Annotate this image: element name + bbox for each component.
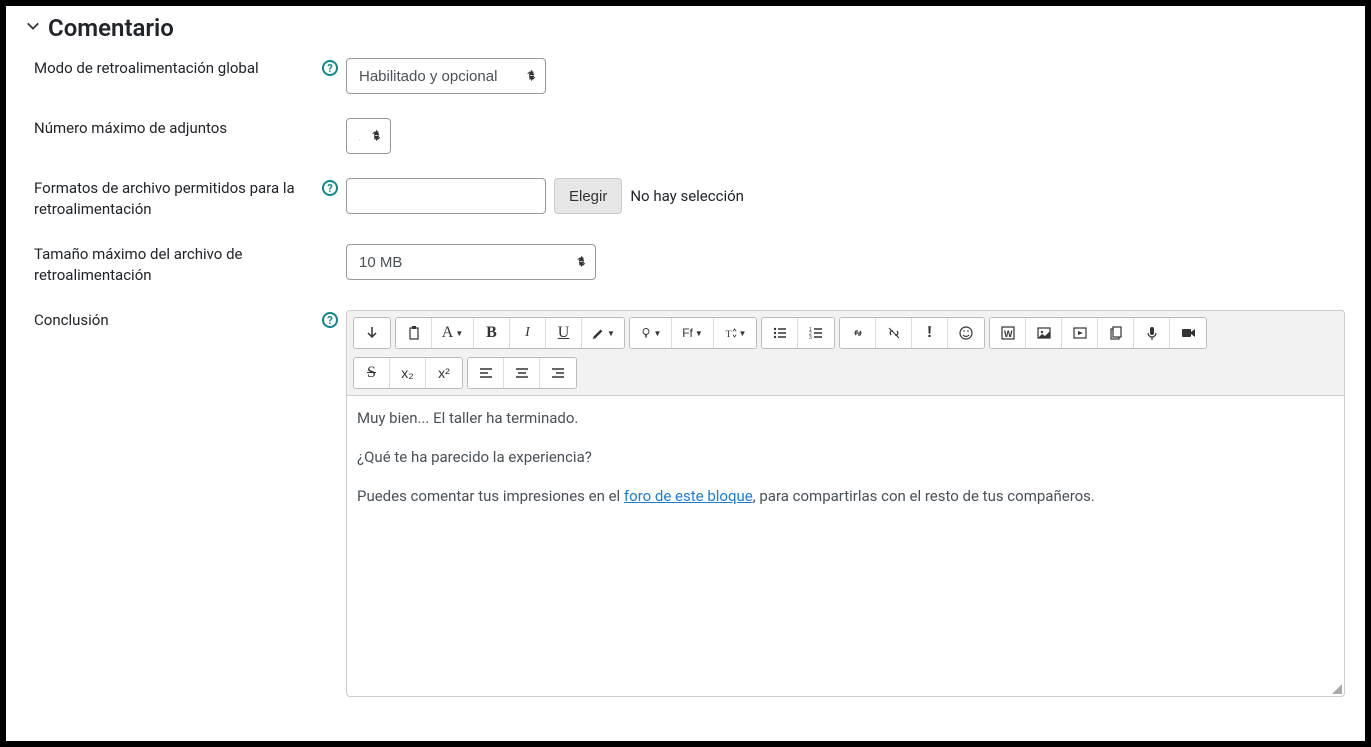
numbered-list-button[interactable]: 123 bbox=[798, 318, 834, 348]
conclusion-paragraph-3: Puedes comentar tus impresiones en el fo… bbox=[357, 486, 1334, 507]
editor-toolbar: A▼ B I U ▼ ▼ Ff▼ T▼ bbox=[347, 311, 1344, 396]
superscript-button[interactable]: x² bbox=[426, 358, 462, 388]
help-icon[interactable]: ? bbox=[322, 60, 338, 76]
help-icon[interactable]: ? bbox=[322, 312, 338, 328]
rich-text-editor: A▼ B I U ▼ ▼ Ff▼ T▼ bbox=[346, 310, 1345, 697]
font-family-button[interactable]: Ff▼ bbox=[672, 318, 714, 348]
paragraph-style-button[interactable]: A▼ bbox=[432, 318, 474, 348]
paste-button[interactable] bbox=[396, 318, 432, 348]
toolbar-expand-button[interactable] bbox=[354, 318, 390, 348]
files-button[interactable] bbox=[1098, 318, 1134, 348]
max-attachments-label: Número máximo de adjuntos bbox=[34, 118, 338, 139]
max-file-size-label: Tamaño máximo del archivo de retroalimen… bbox=[34, 244, 338, 286]
help-icon[interactable]: ? bbox=[322, 180, 338, 196]
microphone-button[interactable] bbox=[1134, 318, 1170, 348]
conclusion-label: Conclusión bbox=[34, 310, 314, 331]
conclusion-paragraph-2: ¿Qué te ha parecido la experiencia? bbox=[357, 447, 1334, 468]
font-size-button[interactable]: T▼ bbox=[714, 318, 756, 348]
strikethrough-button[interactable]: S bbox=[354, 358, 390, 388]
hint-button[interactable]: ▼ bbox=[630, 318, 672, 348]
max-attachments-select[interactable]: 2 bbox=[346, 118, 391, 154]
image-button[interactable] bbox=[1026, 318, 1062, 348]
word-button[interactable]: W bbox=[990, 318, 1026, 348]
important-button[interactable]: ! bbox=[912, 318, 948, 348]
svg-text:3: 3 bbox=[809, 335, 812, 341]
editor-content-area[interactable]: Muy bien... El taller ha terminado. ¿Qué… bbox=[347, 396, 1344, 696]
bold-button[interactable]: B bbox=[474, 318, 510, 348]
align-right-button[interactable] bbox=[540, 358, 576, 388]
italic-button[interactable]: I bbox=[510, 318, 546, 348]
link-button[interactable] bbox=[840, 318, 876, 348]
max-file-size-select[interactable]: 10 MB bbox=[346, 244, 596, 280]
no-selection-text: No hay selección bbox=[630, 187, 744, 205]
resize-handle[interactable] bbox=[1330, 682, 1342, 694]
section-title: Comentario bbox=[48, 14, 174, 42]
brush-button[interactable]: ▼ bbox=[582, 318, 624, 348]
overall-feedback-mode-select[interactable]: Habilitado y opcional bbox=[346, 58, 546, 94]
overall-feedback-mode-label: Modo de retroalimentación global bbox=[34, 58, 314, 79]
svg-text:T: T bbox=[725, 329, 731, 340]
choose-button[interactable]: Elegir bbox=[554, 178, 622, 214]
svg-text:W: W bbox=[1004, 329, 1013, 339]
emoji-button[interactable] bbox=[948, 318, 984, 348]
collapse-toggle[interactable] bbox=[26, 19, 40, 37]
align-center-button[interactable] bbox=[504, 358, 540, 388]
conclusion-paragraph-1: Muy bien... El taller ha terminado. bbox=[357, 408, 1334, 429]
allowed-formats-input[interactable] bbox=[346, 178, 546, 214]
allowed-formats-label: Formatos de archivo permitidos para la r… bbox=[34, 178, 314, 220]
bullet-list-button[interactable] bbox=[762, 318, 798, 348]
media-button[interactable] bbox=[1062, 318, 1098, 348]
subscript-button[interactable]: x₂ bbox=[390, 358, 426, 388]
underline-button[interactable]: U bbox=[546, 318, 582, 348]
align-left-button[interactable] bbox=[468, 358, 504, 388]
unlink-button[interactable] bbox=[876, 318, 912, 348]
forum-link[interactable]: foro de este bloque bbox=[624, 487, 753, 505]
video-button[interactable] bbox=[1170, 318, 1206, 348]
